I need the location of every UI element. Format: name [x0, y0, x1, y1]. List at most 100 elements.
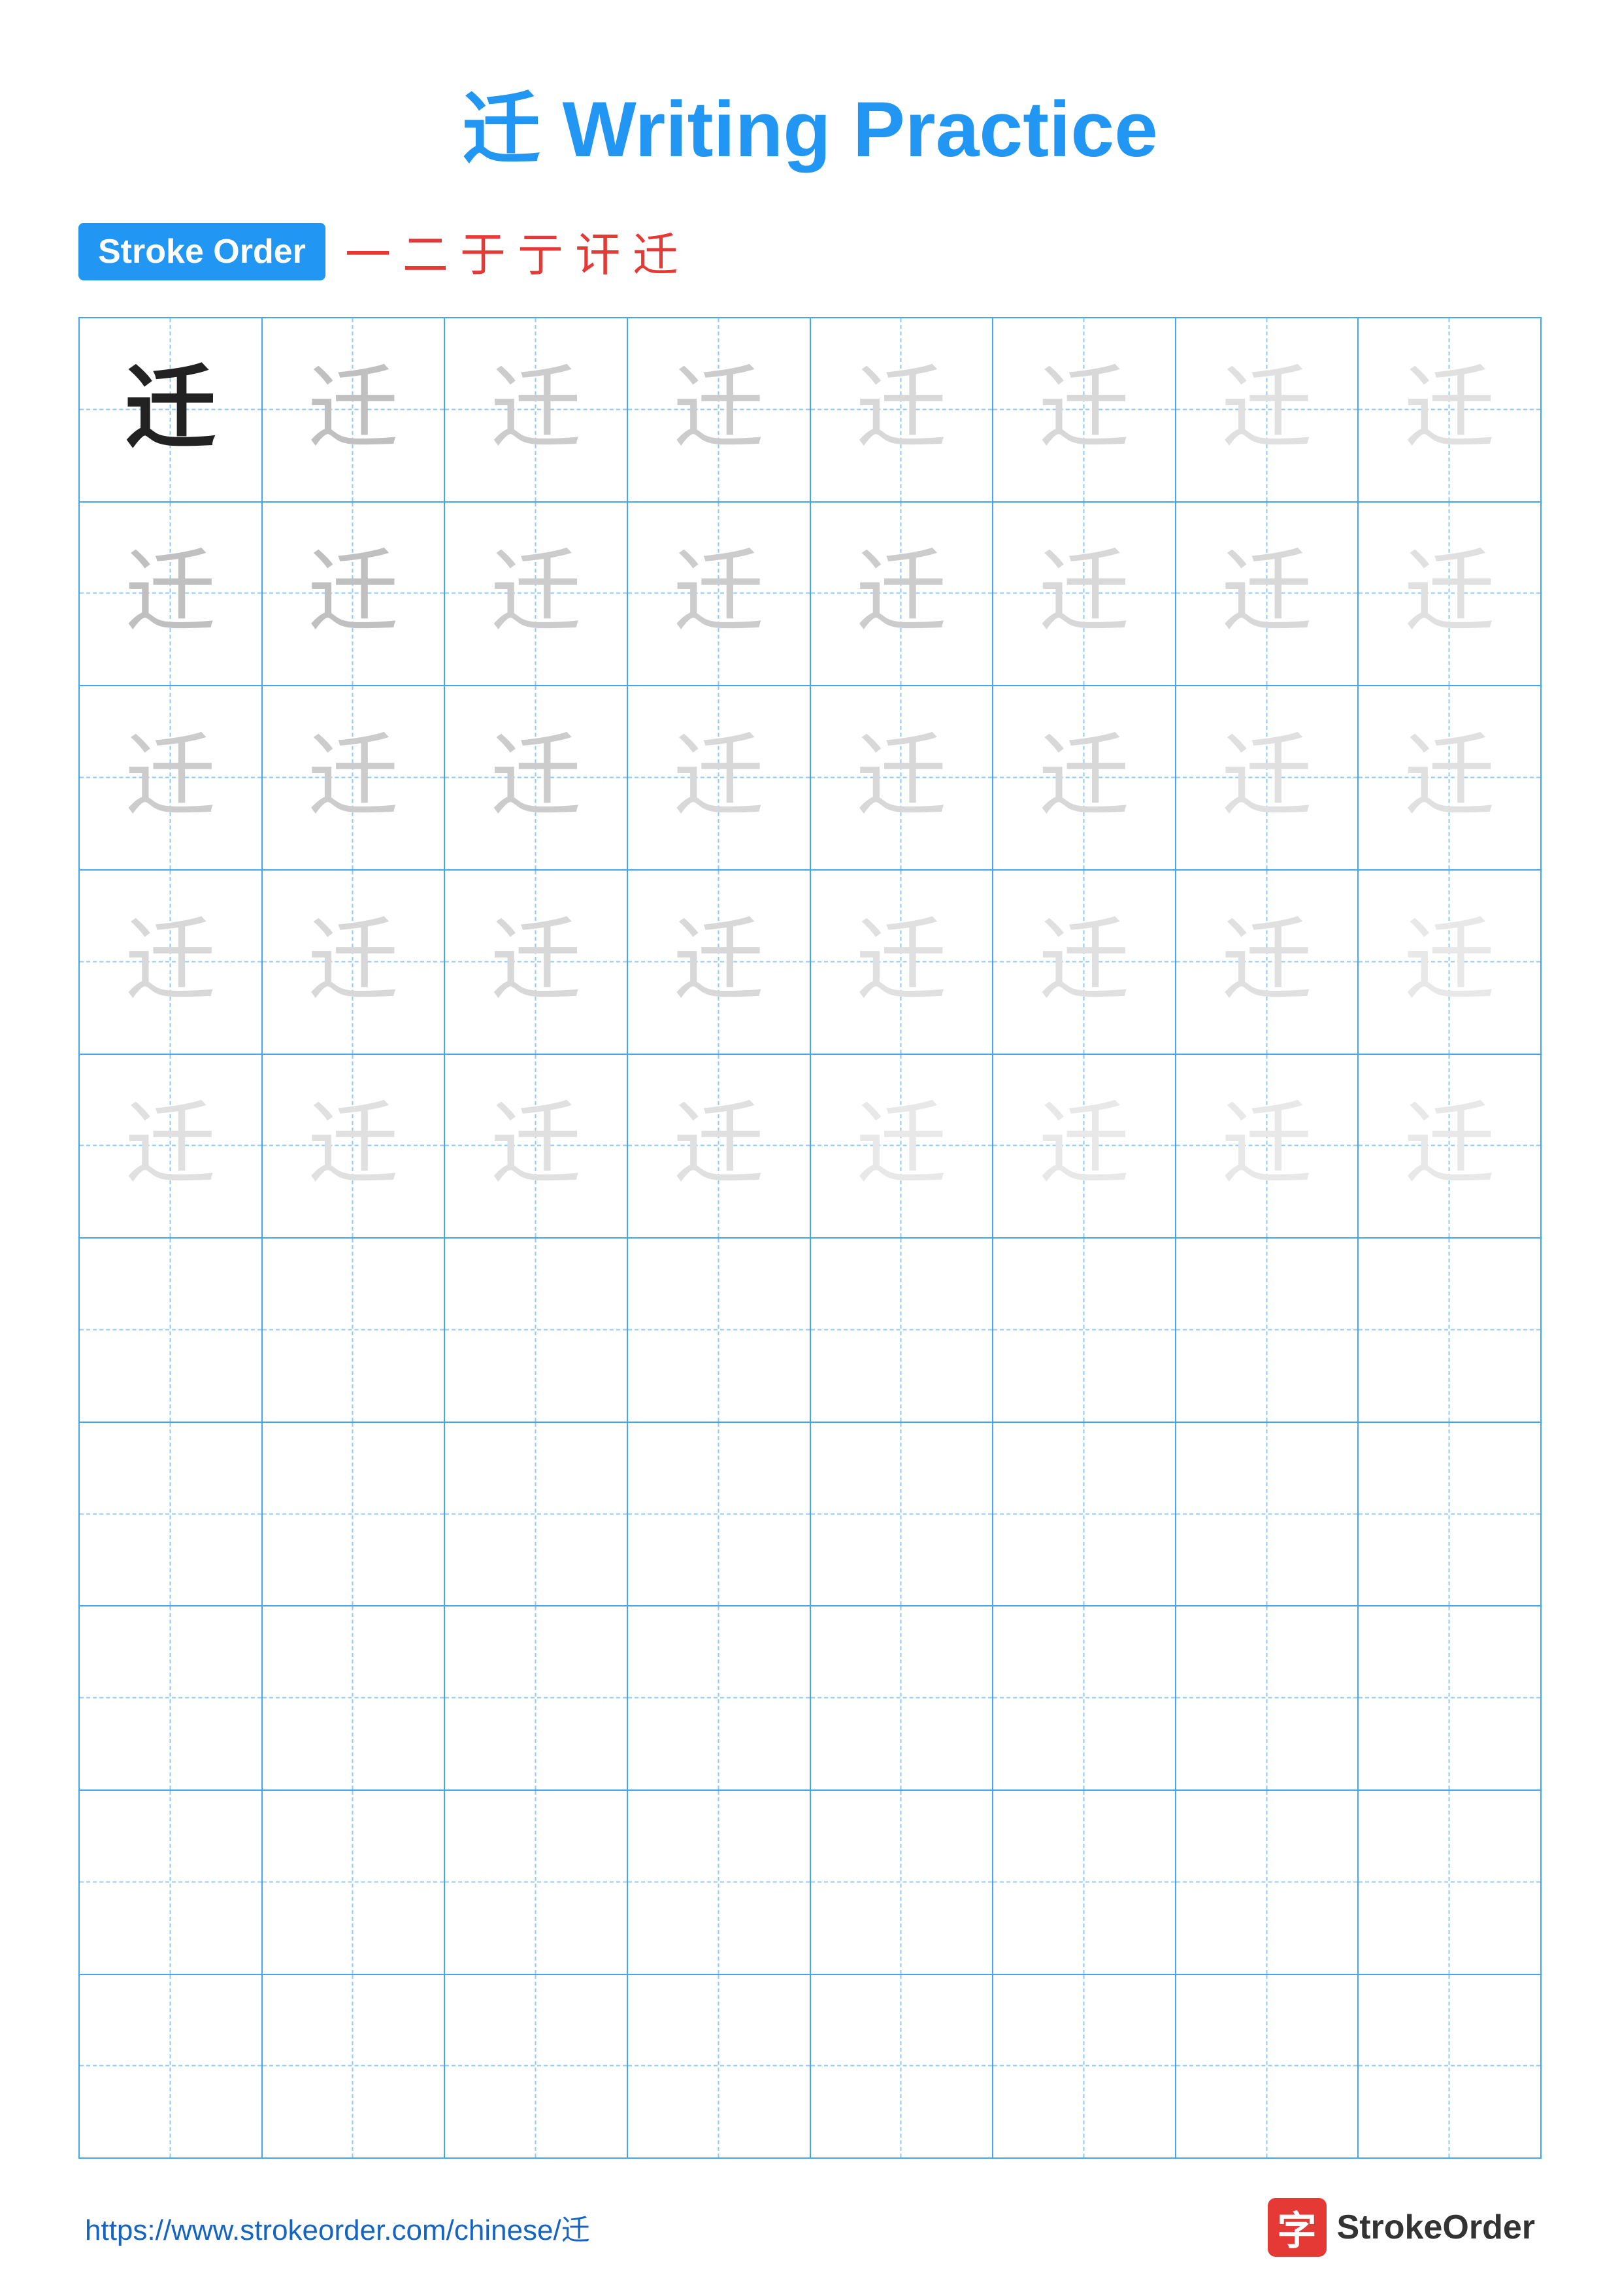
grid-cell[interactable]: 迁	[445, 318, 628, 501]
footer-brand-name: StrokeOrder	[1337, 2208, 1535, 2247]
grid-cell[interactable]	[263, 1423, 446, 1606]
grid-cell[interactable]	[628, 1791, 811, 1974]
grid-cell[interactable]: 迁	[445, 871, 628, 1054]
grid-cell[interactable]: 迁	[1359, 871, 1540, 1054]
grid-cell[interactable]	[263, 1791, 446, 1974]
grid-cell[interactable]: 迁	[263, 1055, 446, 1238]
grid-cell[interactable]: 迁	[1176, 318, 1359, 501]
grid-cell[interactable]	[1176, 1791, 1359, 1974]
grid-cell[interactable]	[1176, 1975, 1359, 2158]
footer: https://www.strokeorder.com/chinese/迁 字 …	[78, 2198, 1542, 2257]
grid-row-empty	[80, 1791, 1540, 1975]
grid-cell[interactable]: 迁	[811, 871, 994, 1054]
grid-row: 迁 迁 迁 迁 迁 迁 迁 迁	[80, 871, 1540, 1055]
grid-cell[interactable]	[80, 1975, 263, 2158]
grid-cell[interactable]	[993, 1606, 1176, 1789]
grid-cell[interactable]	[1176, 1239, 1359, 1422]
grid-cell[interactable]	[445, 1606, 628, 1789]
grid-cell[interactable]	[1176, 1606, 1359, 1789]
grid-cell[interactable]	[811, 1606, 994, 1789]
grid-cell[interactable]: 迁	[1359, 686, 1540, 869]
grid-cell[interactable]	[445, 1975, 628, 2158]
grid-cell[interactable]	[628, 1975, 811, 2158]
cell-char: 迁	[490, 732, 582, 824]
grid-cell[interactable]: 迁	[993, 871, 1176, 1054]
grid-row: 迁 迁 迁 迁 迁 迁 迁 迁	[80, 1055, 1540, 1239]
grid-cell[interactable]	[993, 1791, 1176, 1974]
grid-cell[interactable]	[811, 1791, 994, 1974]
grid-cell[interactable]: 迁	[628, 318, 811, 501]
grid-cell[interactable]	[1359, 1239, 1540, 1422]
stroke-order-badge: Stroke Order	[78, 223, 325, 280]
grid-cell[interactable]: 迁	[993, 503, 1176, 686]
cell-char: 迁	[1038, 916, 1130, 1008]
stroke-sequence: 一 二 于 亍 讦 迁	[345, 218, 678, 284]
grid-cell[interactable]: 迁	[993, 686, 1176, 869]
grid-cell[interactable]: 迁	[1359, 318, 1540, 501]
grid-cell[interactable]: 迁	[811, 318, 994, 501]
grid-cell[interactable]	[811, 1975, 994, 2158]
grid-cell[interactable]	[628, 1239, 811, 1422]
stroke-2: 二	[403, 218, 448, 284]
grid-cell[interactable]	[1359, 1791, 1540, 1974]
grid-cell[interactable]	[80, 1606, 263, 1789]
grid-cell[interactable]	[811, 1239, 994, 1422]
grid-cell[interactable]: 迁	[628, 686, 811, 869]
grid-cell[interactable]: 迁	[628, 503, 811, 686]
grid-cell[interactable]	[263, 1606, 446, 1789]
grid-cell[interactable]: 迁	[80, 871, 263, 1054]
grid-cell[interactable]	[80, 1791, 263, 1974]
grid-cell[interactable]: 迁	[263, 503, 446, 686]
grid-cell[interactable]: 迁	[993, 318, 1176, 501]
grid-cell[interactable]: 迁	[263, 871, 446, 1054]
grid-cell[interactable]: 迁	[80, 318, 263, 501]
cell-char: 迁	[855, 916, 947, 1008]
grid-cell[interactable]	[993, 1975, 1176, 2158]
grid-cell[interactable]	[263, 1239, 446, 1422]
grid-cell[interactable]: 迁	[811, 686, 994, 869]
grid-cell[interactable]: 迁	[445, 503, 628, 686]
cell-char: 迁	[307, 1100, 399, 1191]
grid-cell[interactable]: 迁	[80, 503, 263, 686]
grid-cell[interactable]	[993, 1239, 1176, 1422]
grid-cell[interactable]: 迁	[628, 871, 811, 1054]
cell-char: 迁	[307, 732, 399, 824]
grid-cell[interactable]: 迁	[80, 686, 263, 869]
cell-char: 迁	[673, 548, 765, 639]
grid-cell[interactable]: 迁	[811, 503, 994, 686]
grid-cell[interactable]	[1176, 1423, 1359, 1606]
grid-cell[interactable]	[1359, 1975, 1540, 2158]
grid-cell[interactable]	[811, 1423, 994, 1606]
grid-cell[interactable]: 迁	[1176, 1055, 1359, 1238]
grid-cell[interactable]: 迁	[1359, 1055, 1540, 1238]
grid-cell[interactable]	[628, 1423, 811, 1606]
grid-cell[interactable]	[445, 1423, 628, 1606]
grid-cell[interactable]: 迁	[80, 1055, 263, 1238]
grid-cell[interactable]: 迁	[811, 1055, 994, 1238]
grid-cell[interactable]: 迁	[628, 1055, 811, 1238]
grid-cell[interactable]: 迁	[445, 686, 628, 869]
grid-cell[interactable]: 迁	[993, 1055, 1176, 1238]
grid-cell[interactable]	[263, 1975, 446, 2158]
grid-cell[interactable]: 迁	[1176, 686, 1359, 869]
grid-cell[interactable]	[628, 1606, 811, 1789]
grid-cell[interactable]	[80, 1423, 263, 1606]
grid-cell[interactable]: 迁	[1176, 503, 1359, 686]
grid-cell[interactable]	[1359, 1606, 1540, 1789]
grid-cell[interactable]	[80, 1239, 263, 1422]
grid-cell[interactable]	[445, 1791, 628, 1974]
cell-char: 迁	[1404, 364, 1495, 456]
grid-cell[interactable]	[445, 1239, 628, 1422]
grid-cell[interactable]: 迁	[263, 686, 446, 869]
grid-cell[interactable]	[1359, 1423, 1540, 1606]
cell-char: 迁	[125, 1100, 216, 1191]
cell-char: 迁	[490, 1100, 582, 1191]
cell-char: 迁	[673, 364, 765, 456]
grid-cell[interactable]: 迁	[1359, 503, 1540, 686]
stroke-4: 亍	[518, 218, 563, 284]
grid-cell[interactable]: 迁	[1176, 871, 1359, 1054]
cell-char: 迁	[1221, 916, 1313, 1008]
grid-cell[interactable]: 迁	[445, 1055, 628, 1238]
grid-cell[interactable]: 迁	[263, 318, 446, 501]
grid-cell[interactable]	[993, 1423, 1176, 1606]
